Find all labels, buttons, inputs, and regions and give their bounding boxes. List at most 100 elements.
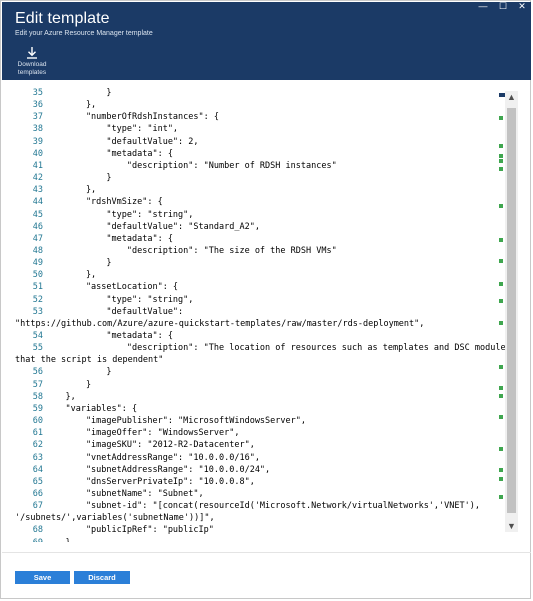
- line-number: 69: [15, 537, 43, 542]
- line-number: 38: [32, 124, 43, 135]
- editor-scrollbar[interactable]: ▲ ▼: [505, 91, 518, 532]
- scroll-down-arrow-icon[interactable]: ▼: [505, 520, 518, 532]
- line-number: 55: [32, 343, 43, 354]
- code-text[interactable]: "vnetAddressRange": "10.0.0.0/16",: [45, 452, 260, 464]
- download-icon: [27, 47, 37, 59]
- code-text[interactable]: "rdshVmSize": {: [45, 196, 163, 208]
- minimap-change-mark: [499, 447, 503, 451]
- code-text[interactable]: "type": "string",: [45, 294, 193, 306]
- footer-divider: [2, 552, 531, 553]
- code-text[interactable]: "subnetAddressRange": "10.0.0.0/24",: [45, 464, 270, 476]
- line-number: 45: [32, 209, 43, 220]
- save-button[interactable]: Save: [15, 571, 70, 584]
- minimap-change-mark: [499, 159, 503, 163]
- code-text[interactable]: "defaultValue":: [45, 306, 183, 318]
- code-text[interactable]: },: [45, 537, 75, 542]
- line-number: 36: [32, 100, 43, 111]
- code-text[interactable]: }: [45, 366, 111, 378]
- line-number: 58: [32, 391, 43, 402]
- line-number: 50: [32, 270, 43, 281]
- code-text[interactable]: "metadata": {: [45, 233, 173, 245]
- line-number: 64: [32, 464, 43, 475]
- minimap-change-mark: [499, 154, 503, 158]
- line-number: 65: [32, 476, 43, 487]
- minimize-button[interactable]: —: [476, 1, 490, 11]
- minimap-change-mark: [499, 282, 503, 286]
- code-text[interactable]: "metadata": {: [45, 330, 173, 342]
- line-number: 49: [32, 258, 43, 269]
- dialog-title: Edit template: [15, 10, 110, 27]
- code-text[interactable]: "description": "The location of resource…: [45, 342, 511, 354]
- maximize-button[interactable]: ☐: [496, 1, 510, 11]
- dialog-subtitle: Edit your Azure Resource Manager templat…: [15, 30, 153, 37]
- line-number: 56: [32, 367, 43, 378]
- code-text[interactable]: "subnetName": "Subnet",: [45, 488, 204, 500]
- code-text[interactable]: "numberOfRdshInstances": {: [45, 111, 219, 123]
- code-editor[interactable]: 35 } 36 }, 37 "numberOfRdshInstances": {38…: [15, 87, 519, 542]
- minimap-change-mark: [499, 238, 503, 242]
- line-number: 35: [32, 88, 43, 98]
- minimap-change-mark: [499, 365, 503, 369]
- code-text[interactable]: that the script is dependent": [15, 354, 163, 366]
- code-text[interactable]: "defaultValue": 2,: [45, 136, 198, 148]
- code-text[interactable]: "description": "The size of the RDSH VMs…: [45, 245, 337, 257]
- code-text[interactable]: "type": "int",: [45, 123, 178, 135]
- minimap-change-mark: [499, 299, 503, 303]
- code-text[interactable]: "defaultValue": "Standard_A2",: [45, 221, 260, 233]
- code-text[interactable]: "dnsServerPrivateIp": "10.0.0.8",: [45, 476, 255, 488]
- line-number: 47: [32, 233, 43, 244]
- line-number: 37: [32, 112, 43, 123]
- line-number: 39: [32, 136, 43, 147]
- minimap-change-mark: [499, 477, 503, 481]
- code-text[interactable]: }: [45, 172, 111, 184]
- line-number: 68: [32, 525, 43, 536]
- line-number: 41: [32, 160, 43, 171]
- minimap-change-mark: [499, 259, 503, 263]
- download-label-line2: templates: [17, 69, 47, 76]
- line-number: 66: [32, 488, 43, 499]
- scrollbar-thumb[interactable]: [507, 108, 516, 513]
- code-text[interactable]: '/subnets/',variables('subnetName'))]",: [15, 512, 215, 524]
- line-number: 43: [32, 185, 43, 196]
- line-number: 61: [32, 428, 43, 439]
- code-text[interactable]: }: [45, 257, 111, 269]
- line-number: 48: [32, 245, 43, 256]
- code-text[interactable]: "assetLocation": {: [45, 281, 178, 293]
- code-text[interactable]: "imageOffer": "WindowsServer",: [45, 427, 240, 439]
- code-text[interactable]: }: [45, 87, 111, 99]
- code-text[interactable]: "imageSKU": "2012-R2-Datacenter",: [45, 439, 255, 451]
- code-text[interactable]: "description": "Number of RDSH instances…: [45, 160, 337, 172]
- minimap-change-mark: [499, 116, 503, 120]
- line-number: 44: [32, 197, 43, 208]
- line-number: 46: [32, 221, 43, 232]
- code-text[interactable]: },: [45, 391, 75, 403]
- line-number: 42: [32, 173, 43, 184]
- line-number: 52: [32, 294, 43, 305]
- code-text[interactable]: },: [45, 99, 96, 111]
- code-text[interactable]: "https://github.com/Azure/azure-quicksta…: [15, 318, 424, 330]
- line-number: 67: [32, 501, 43, 512]
- code-text[interactable]: },: [45, 184, 96, 196]
- scroll-up-arrow-icon[interactable]: ▲: [505, 91, 518, 103]
- code-text[interactable]: "imagePublisher": "MicrosoftWindowsServe…: [45, 415, 306, 427]
- code-text[interactable]: "variables": {: [45, 403, 137, 415]
- code-text[interactable]: "metadata": {: [45, 148, 173, 160]
- line-number: 63: [32, 452, 43, 463]
- code-text[interactable]: "subnet-id": "[concat(resourceId('Micros…: [45, 500, 480, 512]
- close-button[interactable]: ✕: [515, 1, 529, 11]
- line-number: 60: [32, 416, 43, 427]
- download-templates-button[interactable]: Download templates: [16, 46, 48, 77]
- code-text[interactable]: "type": "string",: [45, 209, 193, 221]
- code-text[interactable]: "publicIpRef": "publicIp": [45, 524, 214, 536]
- line-number: 57: [32, 379, 43, 390]
- code-text[interactable]: }: [45, 379, 91, 391]
- minimap-change-mark: [499, 167, 503, 171]
- minimap-change-mark: [499, 495, 503, 499]
- discard-button[interactable]: Discard: [74, 571, 130, 584]
- code-text[interactable]: },: [45, 269, 96, 281]
- minimap-change-mark: [499, 204, 503, 208]
- minimap-change-mark: [499, 468, 503, 472]
- line-number: 53: [32, 306, 43, 317]
- download-label-line1: Download: [17, 61, 47, 68]
- minimap-change-mark: [499, 386, 503, 390]
